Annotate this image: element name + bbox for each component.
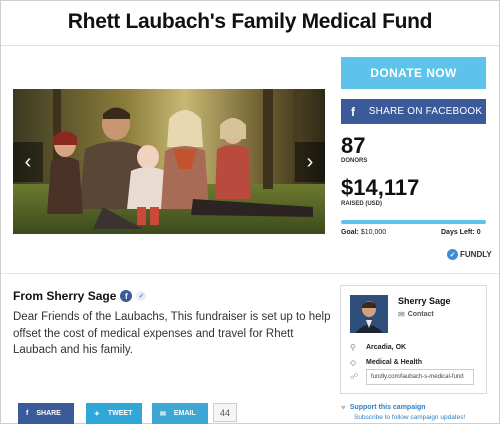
share-facebook-label: SHARE — [36, 410, 61, 417]
campaign-url-field[interactable]: fundly.com/laubach-s-medical-fund — [366, 369, 474, 385]
check-icon: ✓ — [136, 291, 147, 301]
twitter-icon: ✦ — [94, 410, 100, 418]
share-facebook-button[interactable]: f SHARE — [18, 403, 74, 424]
family-photo-image — [13, 89, 325, 234]
story-author-heading: From Sherry Sage f ✓ — [13, 289, 147, 303]
category-text: Medical & Health — [366, 359, 423, 366]
organizer-category: ◇ Medical & Health — [350, 358, 422, 367]
progress-bar — [341, 220, 486, 224]
facebook-verified-icon: f — [120, 290, 133, 302]
contact-link[interactable]: ✉ Contact — [398, 310, 434, 319]
donors-label: DONORS — [341, 158, 368, 164]
story-text: Dear Friends of the Laubachs, This fundr… — [13, 311, 331, 356]
support-label: Support this campaign — [349, 404, 426, 411]
carousel-next-button[interactable]: › — [295, 142, 325, 182]
organizer-card: Sherry Sage ✉ Contact ⚲ Arcadia, OK ◇ Me… — [340, 285, 487, 394]
goal-value: $10,000 — [360, 229, 387, 236]
goal-prefix: Goal: — [341, 229, 359, 236]
share-email-button[interactable]: ✉ EMAIL — [152, 403, 208, 424]
fundly-logo[interactable]: ✓ FUNDLY — [447, 249, 492, 260]
campaign-photo[interactable]: ‹ › — [13, 89, 325, 234]
days-left: Days Left: 0 — [441, 229, 481, 236]
location-text: Arcadia, OK — [366, 344, 407, 351]
tag-icon: ◇ — [350, 358, 357, 367]
support-campaign-link[interactable]: ♥ Support this campaign — [341, 403, 426, 412]
link-icon: ☍ — [350, 372, 359, 381]
fundly-icon: ✓ — [447, 249, 458, 260]
story-author: From Sherry Sage — [13, 289, 117, 303]
contact-label: Contact — [407, 311, 434, 318]
raised-amount: $14,117 — [341, 175, 420, 200]
subscribe-link[interactable]: Subscribe to follow campaign updates! — [354, 414, 465, 421]
share-on-facebook-button[interactable]: f SHARE ON FACEBOOK — [341, 99, 486, 124]
share-on-facebook-label: SHARE ON FACEBOOK — [368, 106, 483, 117]
divider-top — [1, 45, 499, 46]
organizer-name: Sherry Sage — [398, 296, 451, 306]
avatar — [350, 295, 388, 333]
share-email-label: EMAIL — [173, 410, 196, 417]
progress-fill — [341, 220, 486, 224]
divider-middle — [1, 273, 499, 274]
donate-now-button[interactable]: DONATE NOW — [341, 57, 486, 89]
facebook-icon: f — [26, 410, 29, 417]
share-twitter-button[interactable]: ✦ TWEET — [86, 403, 142, 424]
location-pin-icon: ⚲ — [350, 343, 356, 352]
donors-count: 87 — [341, 133, 366, 158]
facebook-icon: f — [351, 104, 355, 119]
organizer-photo — [350, 295, 388, 333]
share-count: 44 — [213, 403, 237, 422]
page-title: Rhett Laubach's Family Medical Fund — [67, 10, 433, 33]
carousel-prev-button[interactable]: ‹ — [13, 142, 43, 182]
email-icon: ✉ — [160, 410, 166, 418]
heart-icon: ♥ — [341, 403, 346, 412]
raised-label: RAISED (USD) — [341, 201, 383, 207]
envelope-icon: ✉ — [398, 310, 405, 319]
share-twitter-label: TWEET — [107, 410, 133, 417]
goal-text: Goal: $10,000 — [341, 229, 386, 236]
organizer-location: ⚲ Arcadia, OK — [350, 343, 406, 352]
fundly-label: FUNDLY — [460, 250, 492, 259]
